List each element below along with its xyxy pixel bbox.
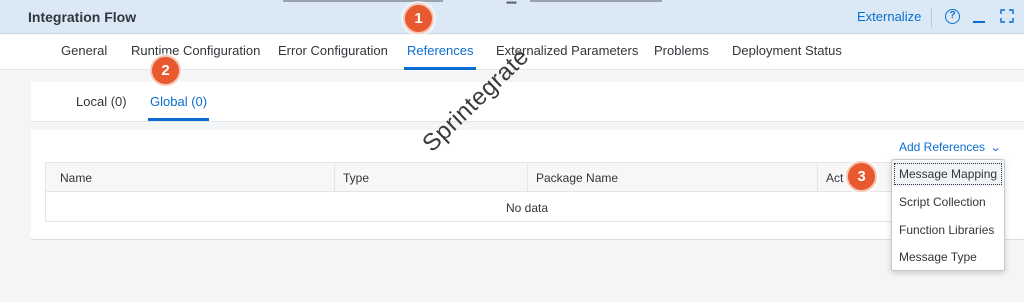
column-divider [817,163,818,192]
column-header-type[interactable]: Type [343,171,369,185]
add-references-label: Add References [899,140,986,154]
tab-runtime-configuration[interactable]: Runtime Configuration [131,43,260,58]
title-bar: •••• Integration Flow Externalize ? [0,0,1024,34]
window-edge [283,0,443,2]
externalize-button[interactable]: Externalize [857,9,921,24]
subtab-local[interactable]: Local (0) [76,94,127,109]
menu-item-script-collection[interactable]: Script Collection [892,189,1004,215]
fullscreen-icon[interactable] [1000,9,1014,23]
chevron-down-icon: ⌄ [989,142,1002,154]
column-header-name[interactable]: Name [60,171,92,185]
callout-badge-3: 3 [846,161,877,192]
subtab-global[interactable]: Global (0) [147,94,210,121]
tab-general[interactable]: General [61,43,107,58]
menu-item-message-mapping[interactable]: Message Mapping [892,161,1004,187]
tab-problems[interactable]: Problems [654,43,709,58]
tab-references[interactable]: References [403,43,477,70]
column-divider [334,163,335,192]
column-divider [527,163,528,192]
tab-deployment-status[interactable]: Deployment Status [732,43,842,58]
menu-item-message-type[interactable]: Message Type [892,244,1004,270]
column-header-actions[interactable]: Act [826,171,843,185]
toolbar-divider [931,8,932,27]
empty-table-message: No data [506,201,549,215]
page-title: Integration Flow [28,9,137,25]
references-subtab-bar: Local (0) Global (0) [31,82,1024,122]
add-references-menu: Message Mapping Script Collection Functi… [891,159,1005,271]
callout-badge-2: 2 [150,55,181,86]
menu-item-function-libraries[interactable]: Function Libraries [892,217,1004,243]
window-edge [530,0,662,2]
tab-error-configuration[interactable]: Error Configuration [278,43,388,58]
help-icon[interactable]: ? [945,9,960,24]
drag-handle-icon[interactable]: •••• [506,0,517,9]
add-references-button[interactable]: Add References ⌄ [899,140,1002,154]
callout-badge-1: 1 [403,3,434,34]
column-header-package-name[interactable]: Package Name [536,171,618,185]
minimize-icon[interactable] [973,21,985,23]
